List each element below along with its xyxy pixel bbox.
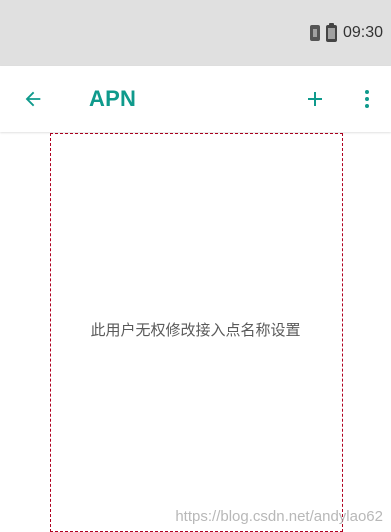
more-vert-icon — [365, 90, 369, 108]
status-bar: 09:30 — [0, 0, 391, 66]
watermark-text: https://blog.csdn.net/andylao62 — [175, 508, 383, 525]
sim-card-icon — [309, 25, 320, 41]
overflow-menu-button[interactable] — [352, 84, 382, 114]
apn-settings-screen: 09:30 APN 此用户无权修改接入点名称设置 https://blog.cs… — [0, 0, 391, 532]
add-apn-button[interactable] — [300, 84, 330, 114]
back-button[interactable] — [18, 84, 48, 114]
status-icons: 09:30 — [309, 22, 383, 44]
app-bar: APN — [0, 66, 391, 132]
plus-icon — [308, 92, 322, 106]
restriction-message: 此用户无权修改接入点名称设置 — [90, 321, 301, 339]
arrow-back-icon — [25, 91, 41, 107]
content-area: 此用户无权修改接入点名称设置 https://blog.csdn.net/and… — [0, 132, 391, 532]
battery-icon — [325, 22, 337, 42]
page-title: APN — [89, 86, 137, 111]
status-time: 09:30 — [342, 24, 383, 41]
